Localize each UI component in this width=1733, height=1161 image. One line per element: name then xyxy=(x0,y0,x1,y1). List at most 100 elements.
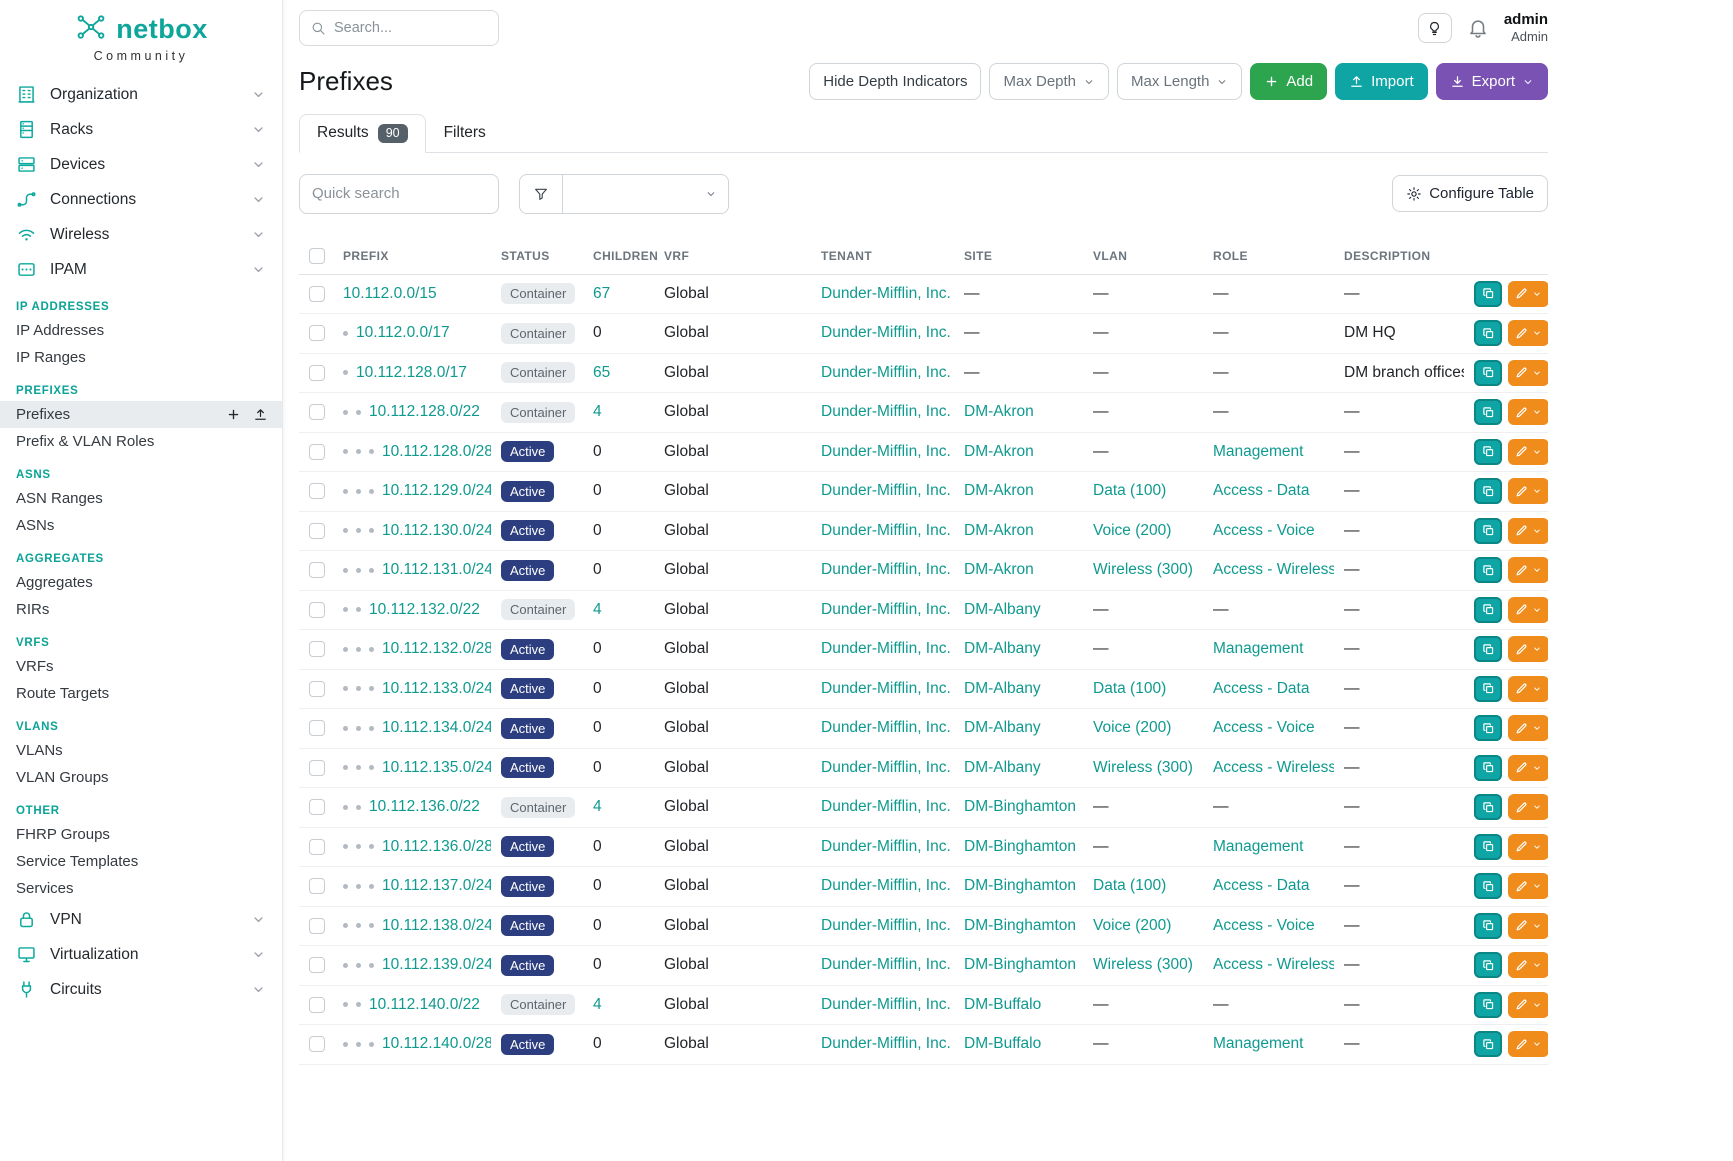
tenant-link[interactable]: Dunder-Mifflin, Inc. xyxy=(821,759,951,776)
children-count-link[interactable]: 4 xyxy=(593,798,602,815)
prefix-link[interactable]: 10.112.0.0/15 xyxy=(343,285,437,302)
copy-button[interactable] xyxy=(1474,281,1502,307)
row-checkbox[interactable] xyxy=(309,997,325,1013)
upload-button[interactable] xyxy=(253,407,268,422)
copy-button[interactable] xyxy=(1474,399,1502,425)
role-link[interactable]: Management xyxy=(1213,443,1303,460)
tenant-link[interactable]: Dunder-Mifflin, Inc. xyxy=(821,285,951,302)
row-checkbox[interactable] xyxy=(309,878,325,894)
vlan-link[interactable]: Wireless (300) xyxy=(1093,561,1193,578)
children-count-link[interactable]: 65 xyxy=(593,364,610,381)
edit-button[interactable] xyxy=(1508,399,1548,425)
sidebar-item-prefixes[interactable]: Prefixes xyxy=(0,401,282,428)
edit-button[interactable] xyxy=(1508,794,1548,820)
site-link[interactable]: DM-Akron xyxy=(964,522,1034,539)
sidebar-item-vlan-groups[interactable]: VLAN Groups xyxy=(0,764,282,791)
role-link[interactable]: Access - Wireless xyxy=(1213,759,1334,776)
row-checkbox[interactable] xyxy=(309,760,325,776)
children-count-link[interactable]: 4 xyxy=(593,601,602,618)
site-link[interactable]: DM-Binghamton xyxy=(964,838,1076,855)
copy-button[interactable] xyxy=(1474,834,1502,860)
edit-button[interactable] xyxy=(1508,281,1548,307)
edit-button[interactable] xyxy=(1508,992,1548,1018)
tenant-link[interactable]: Dunder-Mifflin, Inc. xyxy=(821,601,951,618)
role-link[interactable]: Access - Data xyxy=(1213,680,1309,697)
sidebar-item-service-templates[interactable]: Service Templates xyxy=(0,848,282,875)
copy-button[interactable] xyxy=(1474,952,1502,978)
prefix-link[interactable]: 10.112.136.0/22 xyxy=(369,798,480,815)
copy-button[interactable] xyxy=(1474,676,1502,702)
sidebar-group-racks[interactable]: Racks xyxy=(0,112,282,147)
prefix-link[interactable]: 10.112.130.0/24 xyxy=(382,522,491,539)
row-checkbox[interactable] xyxy=(309,444,325,460)
role-link[interactable]: Access - Wireless xyxy=(1213,561,1334,578)
tenant-link[interactable]: Dunder-Mifflin, Inc. xyxy=(821,561,951,578)
vlan-link[interactable]: Voice (200) xyxy=(1093,719,1171,736)
row-checkbox[interactable] xyxy=(309,957,325,973)
tenant-link[interactable]: Dunder-Mifflin, Inc. xyxy=(821,838,951,855)
row-checkbox[interactable] xyxy=(309,325,325,341)
prefix-link[interactable]: 10.112.139.0/24 xyxy=(382,956,491,973)
copy-button[interactable] xyxy=(1474,360,1502,386)
row-checkbox[interactable] xyxy=(309,602,325,618)
sidebar-item-services[interactable]: Services xyxy=(0,875,282,902)
vlan-link[interactable]: Data (100) xyxy=(1093,680,1166,697)
edit-button[interactable] xyxy=(1508,320,1548,346)
edit-button[interactable] xyxy=(1508,676,1548,702)
tenant-link[interactable]: Dunder-Mifflin, Inc. xyxy=(821,956,951,973)
add-button[interactable]: Add xyxy=(1250,63,1327,100)
sidebar-item-ip-addresses[interactable]: IP Addresses xyxy=(0,317,282,344)
edit-button[interactable] xyxy=(1508,636,1548,662)
hide-depth-indicators-button[interactable]: Hide Depth Indicators xyxy=(809,63,981,100)
select-all-checkbox[interactable] xyxy=(309,248,325,264)
row-checkbox[interactable] xyxy=(309,799,325,815)
copy-button[interactable] xyxy=(1474,715,1502,741)
prefix-link[interactable]: 10.112.136.0/28 xyxy=(382,838,491,855)
vlan-link[interactable]: Data (100) xyxy=(1093,877,1166,894)
tenant-link[interactable]: Dunder-Mifflin, Inc. xyxy=(821,798,951,815)
tenant-link[interactable]: Dunder-Mifflin, Inc. xyxy=(821,1035,951,1052)
edit-button[interactable] xyxy=(1508,873,1548,899)
role-link[interactable]: Access - Voice xyxy=(1213,719,1315,736)
site-link[interactable]: DM-Albany xyxy=(964,759,1041,776)
prefix-link[interactable]: 10.112.0.0/17 xyxy=(356,324,450,341)
user-menu[interactable]: admin Admin xyxy=(1504,11,1548,45)
sidebar-group-vpn[interactable]: VPN xyxy=(0,902,282,937)
row-checkbox[interactable] xyxy=(309,404,325,420)
bell-icon[interactable] xyxy=(1467,17,1489,39)
import-button[interactable]: Import xyxy=(1335,63,1428,100)
theme-toggle-button[interactable] xyxy=(1418,13,1452,43)
vlan-link[interactable]: Wireless (300) xyxy=(1093,956,1193,973)
edit-button[interactable] xyxy=(1508,913,1548,939)
site-link[interactable]: DM-Albany xyxy=(964,680,1041,697)
prefix-link[interactable]: 10.112.134.0/24 xyxy=(382,719,491,736)
role-link[interactable]: Access - Voice xyxy=(1213,522,1315,539)
sidebar-group-connections[interactable]: Connections xyxy=(0,182,282,217)
tenant-link[interactable]: Dunder-Mifflin, Inc. xyxy=(821,719,951,736)
site-link[interactable]: DM-Buffalo xyxy=(964,1035,1041,1052)
row-checkbox[interactable] xyxy=(309,1036,325,1052)
tenant-link[interactable]: Dunder-Mifflin, Inc. xyxy=(821,324,951,341)
tab-filters[interactable]: Filters xyxy=(426,114,504,153)
copy-button[interactable] xyxy=(1474,1031,1502,1057)
prefix-link[interactable]: 10.112.128.0/22 xyxy=(369,403,480,420)
sidebar-item-asns[interactable]: ASNs xyxy=(0,512,282,539)
sidebar-group-devices[interactable]: Devices xyxy=(0,147,282,182)
role-link[interactable]: Management xyxy=(1213,1035,1303,1052)
edit-button[interactable] xyxy=(1508,755,1548,781)
tenant-link[interactable]: Dunder-Mifflin, Inc. xyxy=(821,403,951,420)
prefix-link[interactable]: 10.112.129.0/24 xyxy=(382,482,491,499)
copy-button[interactable] xyxy=(1474,794,1502,820)
prefix-link[interactable]: 10.112.128.0/17 xyxy=(356,364,467,381)
edit-button[interactable] xyxy=(1508,834,1548,860)
vlan-link[interactable]: Data (100) xyxy=(1093,482,1166,499)
prefix-link[interactable]: 10.112.128.0/28 xyxy=(382,443,491,460)
edit-button[interactable] xyxy=(1508,518,1548,544)
prefix-link[interactable]: 10.112.133.0/24 xyxy=(382,680,491,697)
tenant-link[interactable]: Dunder-Mifflin, Inc. xyxy=(821,877,951,894)
copy-button[interactable] xyxy=(1474,518,1502,544)
copy-button[interactable] xyxy=(1474,913,1502,939)
sidebar-group-virtualization[interactable]: Virtualization xyxy=(0,937,282,972)
tenant-link[interactable]: Dunder-Mifflin, Inc. xyxy=(821,522,951,539)
filter-button[interactable] xyxy=(519,174,563,214)
